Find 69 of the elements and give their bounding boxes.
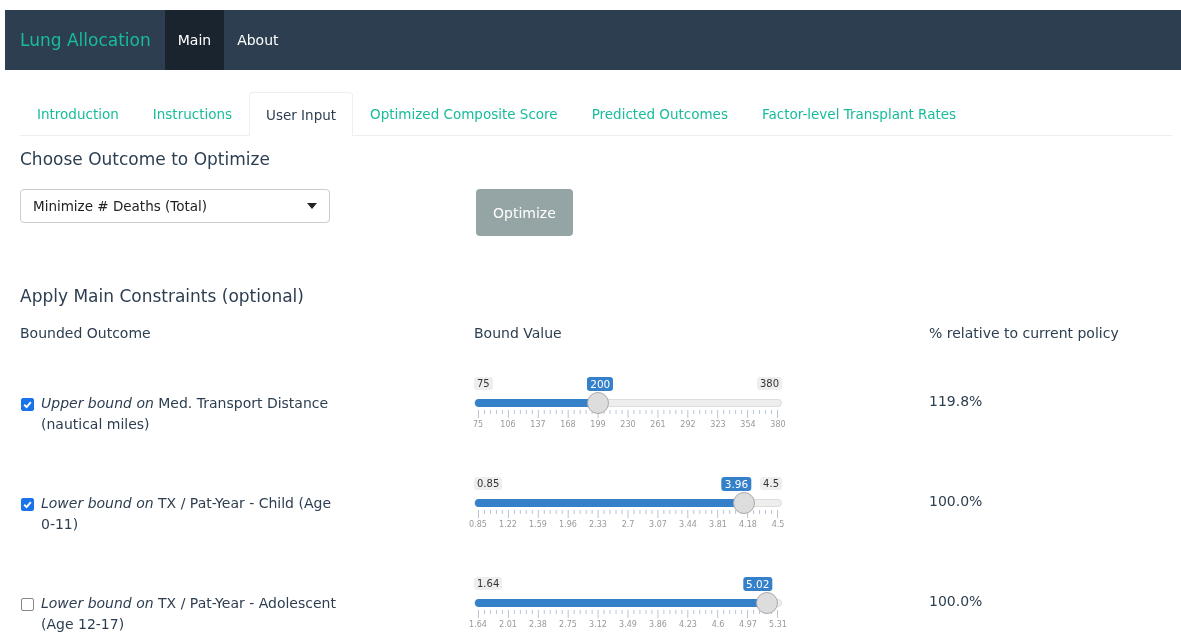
min-value-label: 75 bbox=[474, 377, 493, 390]
tick-label: 3.49 bbox=[619, 620, 637, 629]
tick-label: 1.59 bbox=[529, 520, 547, 529]
checkbox[interactable] bbox=[21, 398, 34, 411]
tab[interactable]: Optimized Composite Score bbox=[353, 92, 575, 135]
tick-label: 2.75 bbox=[559, 620, 577, 629]
tick-label: 4.23 bbox=[679, 620, 697, 629]
nav-link[interactable]: About bbox=[224, 10, 292, 70]
current-value-badge: 5.02 bbox=[742, 577, 773, 591]
slider-handle[interactable] bbox=[755, 592, 778, 614]
nav-link[interactable]: Main bbox=[164, 10, 225, 70]
max-value-label: 4.5 bbox=[760, 477, 782, 490]
tab[interactable]: User Input bbox=[249, 92, 354, 136]
tick-label: 75 bbox=[472, 420, 484, 429]
tick-label: 323 bbox=[710, 420, 726, 429]
tick-label: 1.96 bbox=[559, 520, 577, 529]
tick-label: 106 bbox=[500, 420, 516, 429]
slider-handle[interactable] bbox=[587, 392, 610, 414]
tick-label: 4.6 bbox=[711, 620, 725, 629]
relative-value: 100.0% bbox=[929, 492, 984, 511]
relative-value: 100.0% bbox=[929, 592, 984, 611]
tick-label: 4.97 bbox=[739, 620, 757, 629]
max-value-label: 380 bbox=[756, 377, 782, 390]
tick-label: 3.12 bbox=[589, 620, 607, 629]
checkbox-label: Lower bound on TX / Pat-Year - Child (Age 0-11) bbox=[41, 494, 332, 534]
tick-label: 4.18 bbox=[739, 520, 757, 529]
column-header: Bound Value bbox=[474, 325, 563, 343]
section-heading: Choose Outcome to Optimize bbox=[20, 149, 271, 169]
tick-label: 380 bbox=[770, 420, 786, 429]
checkbox-label: Upper bound on Med. Transport Distance (nautical miles) bbox=[41, 394, 330, 434]
section-heading: Apply Main Constraints (optional) bbox=[20, 286, 305, 306]
tick-label: 5.31 bbox=[769, 620, 787, 629]
min-value-label: 1.64 bbox=[474, 577, 503, 590]
tab[interactable]: Factor-level Transplant Rates bbox=[744, 92, 974, 135]
checkbox-label: Lower bound on TX / Pat-Year - Adolescent (Age 12-17) bbox=[41, 594, 337, 634]
current-value-badge: 200 bbox=[587, 377, 614, 391]
checkbox[interactable] bbox=[21, 598, 34, 611]
tab[interactable]: Predicted Outcomes bbox=[574, 92, 745, 135]
brand-link[interactable]: Lung Allocation bbox=[5, 10, 165, 70]
tick-label: 199 bbox=[590, 420, 606, 429]
caret-icon bbox=[307, 203, 317, 209]
tick-label: 1.64 bbox=[469, 620, 487, 629]
tab[interactable]: Introduction bbox=[20, 92, 136, 135]
tick-label: 3.81 bbox=[709, 520, 727, 529]
tick-label: 137 bbox=[530, 420, 546, 429]
tick-label: 261 bbox=[650, 420, 666, 429]
outcome-dropdown[interactable]: Minimize # Deaths (Total) bbox=[20, 189, 330, 223]
tick-label: 2.33 bbox=[589, 520, 607, 529]
tick-label: 354 bbox=[740, 420, 756, 429]
tab[interactable]: Instructions bbox=[135, 92, 250, 135]
tick-label: 168 bbox=[560, 420, 576, 429]
tick-label: 292 bbox=[680, 420, 696, 429]
slider-handle[interactable] bbox=[733, 492, 756, 514]
relative-value: 119.8% bbox=[929, 392, 984, 411]
tick-label: 4.5 bbox=[771, 520, 785, 529]
column-header: Bounded Outcome bbox=[20, 325, 152, 343]
current-value-badge: 3.96 bbox=[721, 477, 752, 491]
tick-label: 3.07 bbox=[649, 520, 667, 529]
tick-label: 3.44 bbox=[679, 520, 697, 529]
tick-label: 1.22 bbox=[499, 520, 517, 529]
tick-label: 2.7 bbox=[621, 520, 635, 529]
tick-label: 0.85 bbox=[469, 520, 487, 529]
tick-label: 3.86 bbox=[649, 620, 667, 629]
min-value-label: 0.85 bbox=[474, 477, 503, 490]
checkbox[interactable] bbox=[21, 498, 34, 511]
tick-label: 2.38 bbox=[529, 620, 547, 629]
column-header: % relative to current policy bbox=[929, 325, 1120, 343]
tick-label: 2.01 bbox=[499, 620, 517, 629]
tick-label: 230 bbox=[620, 420, 636, 429]
